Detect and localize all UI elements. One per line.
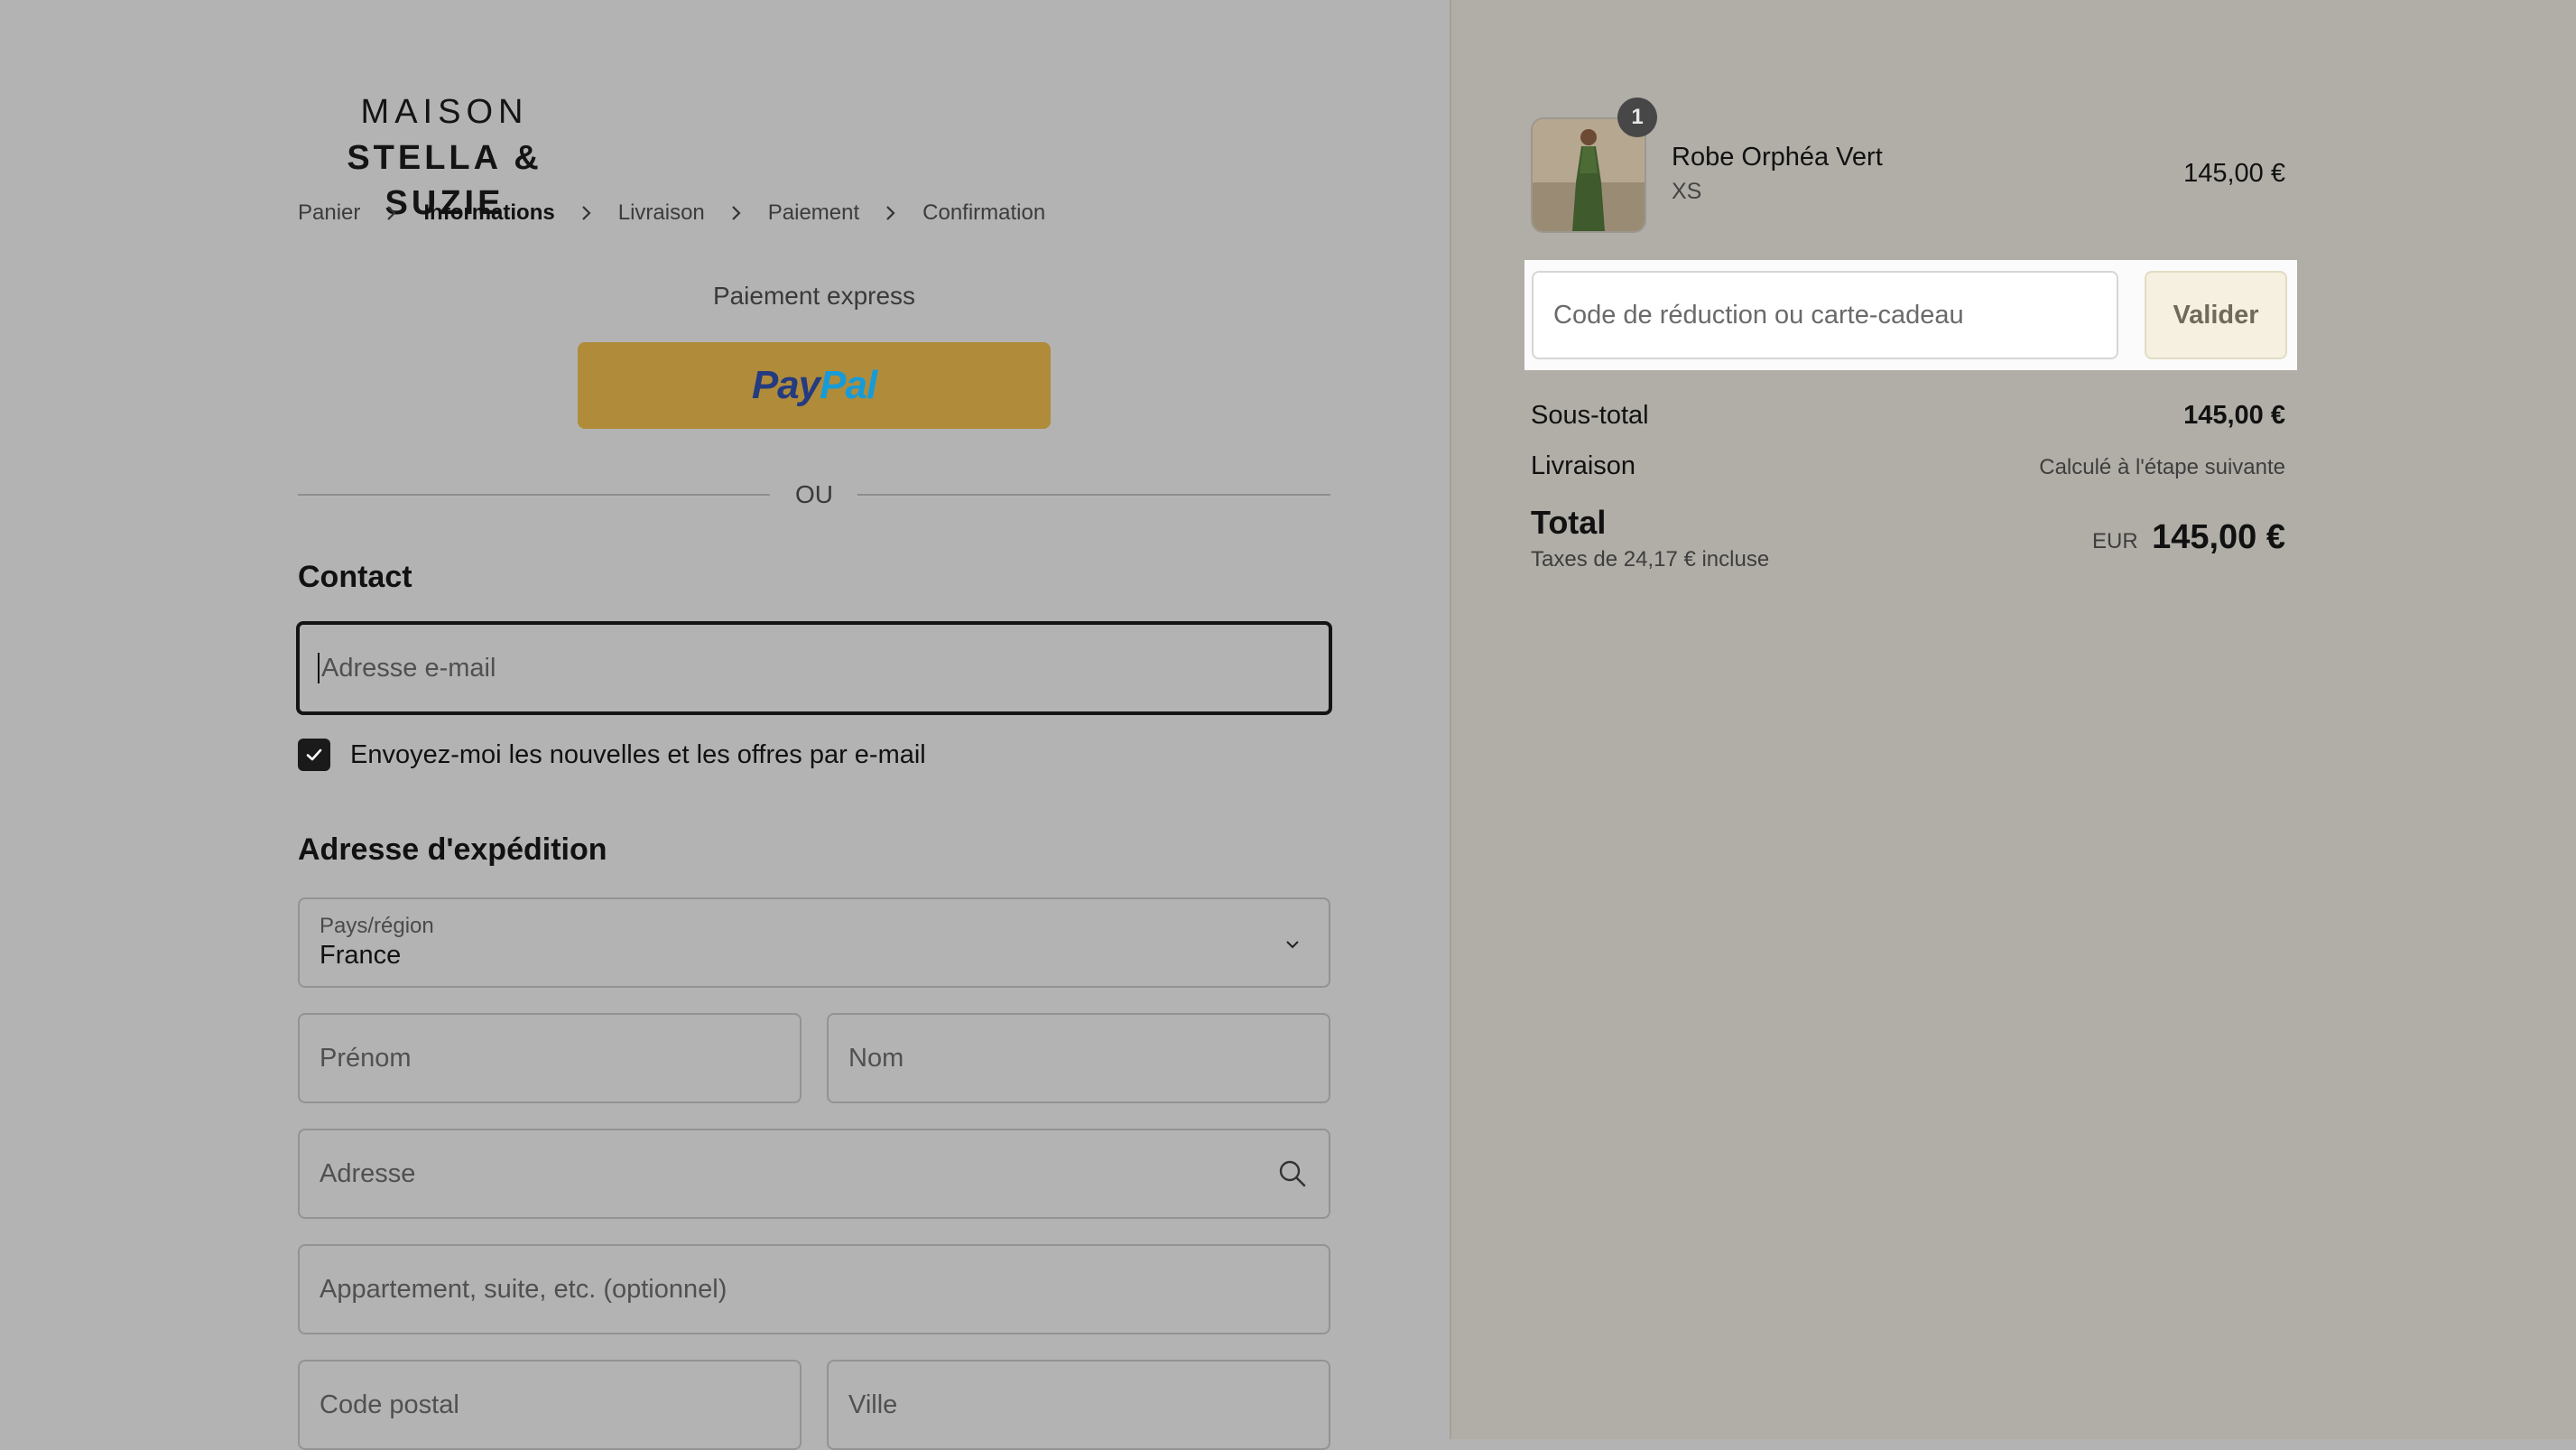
apartment-field[interactable]: Appartement, suite, etc. (optionnel): [298, 1244, 1330, 1334]
apartment-placeholder: Appartement, suite, etc. (optionnel): [320, 1274, 727, 1304]
breadcrumb-paiement: Paiement: [767, 200, 860, 225]
paypal-logo-pal: Pal: [820, 363, 877, 407]
or-divider: OU: [298, 479, 1330, 511]
apply-discount-button[interactable]: Valider: [2145, 271, 2287, 359]
product-variant: XS: [1672, 179, 1702, 204]
chevron-right-icon: [581, 206, 591, 220]
breadcrumb-confirmation: Confirmation: [922, 200, 1046, 225]
newsletter-checkbox[interactable]: [298, 739, 330, 771]
quantity-badge: 1: [1617, 98, 1657, 137]
express-checkout-title: Paiement express: [712, 282, 916, 310]
product-price: 145,00 €: [2183, 159, 2285, 188]
first-name-field[interactable]: Prénom: [298, 1013, 802, 1103]
search-icon: [1279, 1160, 1306, 1187]
shipping-value: Calculé à l'étape suivante: [2039, 455, 2285, 479]
discount-placeholder: Code de réduction ou carte-cadeau: [1553, 300, 1964, 330]
checkout-form-panel: MAISON STELLA & SUZIE Panier Information…: [0, 0, 1450, 1450]
currency-code: EUR: [2092, 529, 2138, 553]
text-caret: [318, 653, 320, 683]
total-label: Total: [1531, 504, 1607, 541]
shipping-label: Livraison: [1531, 451, 1636, 480]
address-placeholder: Adresse: [320, 1158, 416, 1188]
breadcrumb-livraison: Livraison: [617, 200, 705, 225]
email-field[interactable]: Adresse e-mail: [296, 621, 1332, 715]
product-image: [1533, 119, 1645, 231]
first-name-placeholder: Prénom: [320, 1043, 412, 1073]
newsletter-option[interactable]: Envoyez-moi les nouvelles et les offres …: [298, 739, 926, 771]
paypal-button[interactable]: PayPal: [578, 342, 1051, 429]
tax-note: Taxes de 24,17 € incluse: [1531, 547, 1770, 572]
discount-section: Code de réduction ou carte-cadeau Valide…: [1524, 260, 2297, 370]
city-field[interactable]: Ville: [827, 1360, 1330, 1450]
chevron-down-icon: [1286, 941, 1299, 949]
discount-code-input[interactable]: Code de réduction ou carte-cadeau: [1532, 271, 2118, 359]
breadcrumb-panier[interactable]: Panier: [298, 200, 360, 226]
logo-line-1: MAISON: [360, 93, 529, 131]
country-value: France: [320, 941, 402, 970]
product-name: Robe Orphéa Vert: [1672, 143, 1883, 172]
shipping-heading: Adresse d'expédition: [298, 832, 607, 867]
breadcrumb: Panier Informations Livraison Paiement C…: [298, 200, 1045, 226]
last-name-field[interactable]: Nom: [827, 1013, 1330, 1103]
newsletter-label: Envoyez-moi les nouvelles et les offres …: [350, 739, 926, 769]
paypal-logo: PayPal: [751, 363, 877, 408]
address-field[interactable]: Adresse: [298, 1129, 1330, 1219]
breadcrumb-informations: Informations: [423, 200, 555, 225]
postal-code-placeholder: Code postal: [320, 1390, 459, 1419]
chevron-right-icon: [387, 206, 396, 220]
paypal-logo-pay: Pay: [751, 363, 820, 407]
postal-code-field[interactable]: Code postal: [298, 1360, 802, 1450]
city-placeholder: Ville: [848, 1390, 898, 1419]
chevron-right-icon: [731, 206, 741, 220]
subtotal-value: 145,00 €: [2183, 401, 2285, 430]
last-name-placeholder: Nom: [848, 1043, 904, 1073]
contact-heading: Contact: [298, 560, 412, 594]
country-label: Pays/région: [320, 914, 434, 938]
email-placeholder: Adresse e-mail: [321, 653, 496, 683]
total-value: 145,00 €: [2152, 518, 2285, 556]
chevron-right-icon: [886, 206, 895, 220]
divider-line-right: [857, 494, 1330, 496]
country-select[interactable]: Pays/région France: [298, 897, 1330, 988]
checkmark-icon: [306, 748, 322, 761]
subtotal-label: Sous-total: [1531, 401, 1649, 430]
